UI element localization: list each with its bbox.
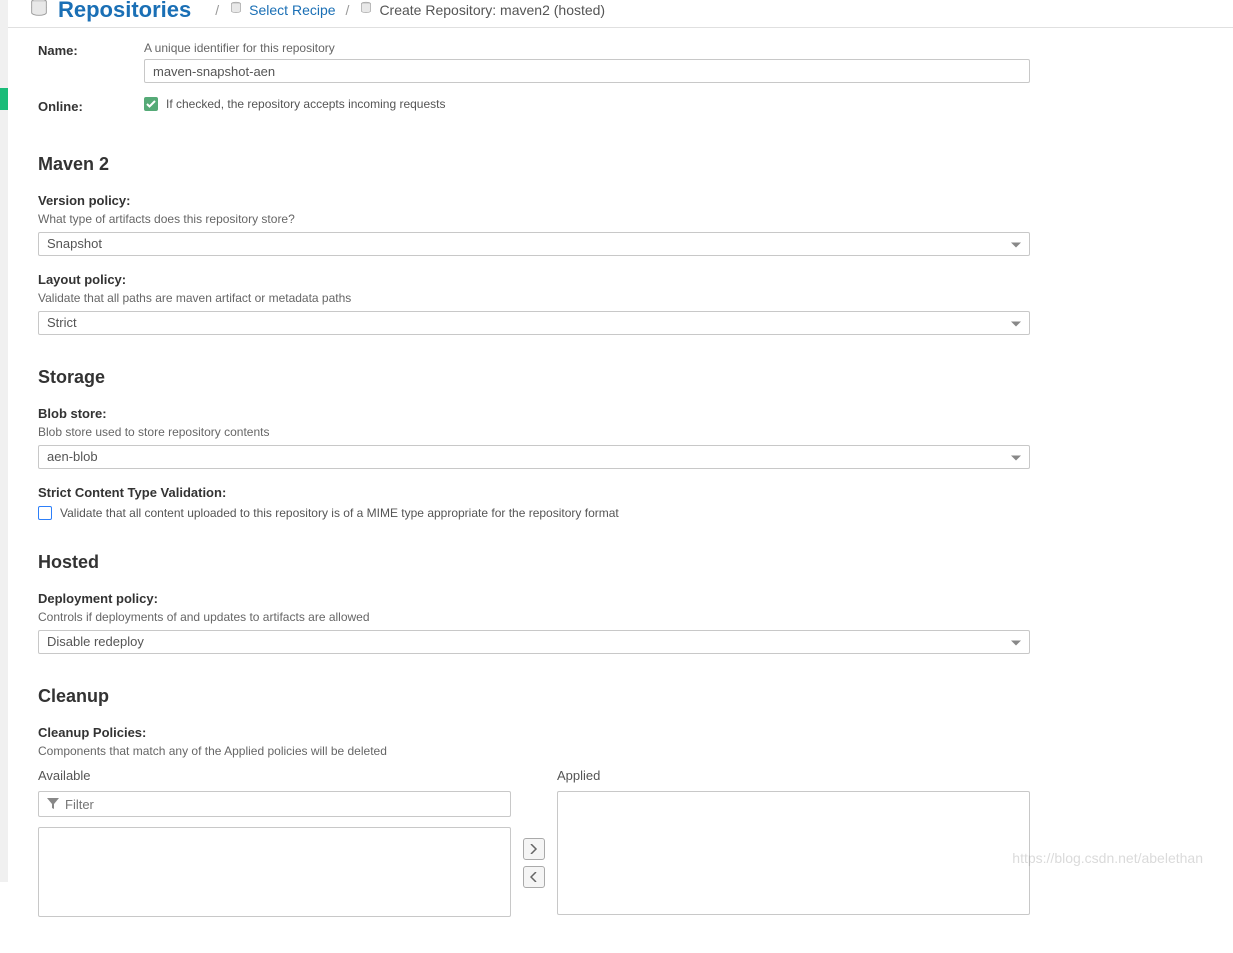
online-label: Online: [38,97,144,114]
layout-policy-select[interactable]: Strict [38,311,1030,335]
blob-store-value: aen-blob [39,446,1029,467]
version-policy-label: Version policy: [38,193,1030,208]
breadcrumb-current: Create Repository: maven2 (hosted) [379,2,605,18]
move-left-button[interactable] [523,866,545,888]
strict-content-label: Strict Content Type Validation: [38,485,1030,500]
version-policy-value: Snapshot [39,233,1029,254]
breadcrumb-bar: Repositories / Select Recipe / Create Re… [8,0,1233,28]
filter-input[interactable] [65,797,502,812]
available-list[interactable] [38,827,511,917]
blob-store-label: Blob store: [38,406,1030,421]
page-title[interactable]: Repositories [58,0,191,23]
filter-icon [47,798,59,810]
breadcrumb-separator: / [346,2,350,18]
layout-policy-help: Validate that all paths are maven artifa… [38,291,1030,305]
blob-store-help: Blob store used to store repository cont… [38,425,1030,439]
database-small-icon [229,1,243,18]
name-input[interactable] [144,59,1030,83]
chevron-left-icon [530,872,538,882]
strict-content-checkbox[interactable] [38,506,52,520]
deployment-policy-label: Deployment policy: [38,591,1030,606]
applied-title: Applied [557,768,1030,783]
deployment-policy-help: Controls if deployments of and updates t… [38,610,1030,624]
filter-input-wrap[interactable] [38,791,511,817]
name-label: Name: [38,41,144,58]
maven2-section-title: Maven 2 [38,154,1030,175]
deployment-policy-select[interactable]: Disable redeploy [38,630,1030,654]
cleanup-section-title: Cleanup [38,686,1030,707]
layout-policy-label: Layout policy: [38,272,1030,287]
breadcrumb-select-recipe[interactable]: Select Recipe [249,2,335,18]
move-right-button[interactable] [523,838,545,860]
name-help: A unique identifier for this repository [144,41,1030,55]
storage-section-title: Storage [38,367,1030,388]
online-text: If checked, the repository accepts incom… [166,97,445,111]
chevron-right-icon [530,844,538,854]
version-policy-select[interactable]: Snapshot [38,232,1030,256]
strict-content-text: Validate that all content uploaded to th… [60,506,619,520]
database-icon [28,0,50,22]
hosted-section-title: Hosted [38,552,1030,573]
online-checkbox[interactable] [144,97,158,111]
layout-policy-value: Strict [39,312,1029,333]
blob-store-select[interactable]: aen-blob [38,445,1030,469]
applied-list[interactable] [557,791,1030,915]
deployment-policy-value: Disable redeploy [39,631,1029,652]
available-title: Available [38,768,511,783]
breadcrumb-separator: / [215,2,219,18]
cleanup-policies-help: Components that match any of the Applied… [38,744,1030,758]
database-small-icon [359,1,373,18]
version-policy-help: What type of artifacts does this reposit… [38,212,1030,226]
cleanup-policies-label: Cleanup Policies: [38,725,1030,740]
